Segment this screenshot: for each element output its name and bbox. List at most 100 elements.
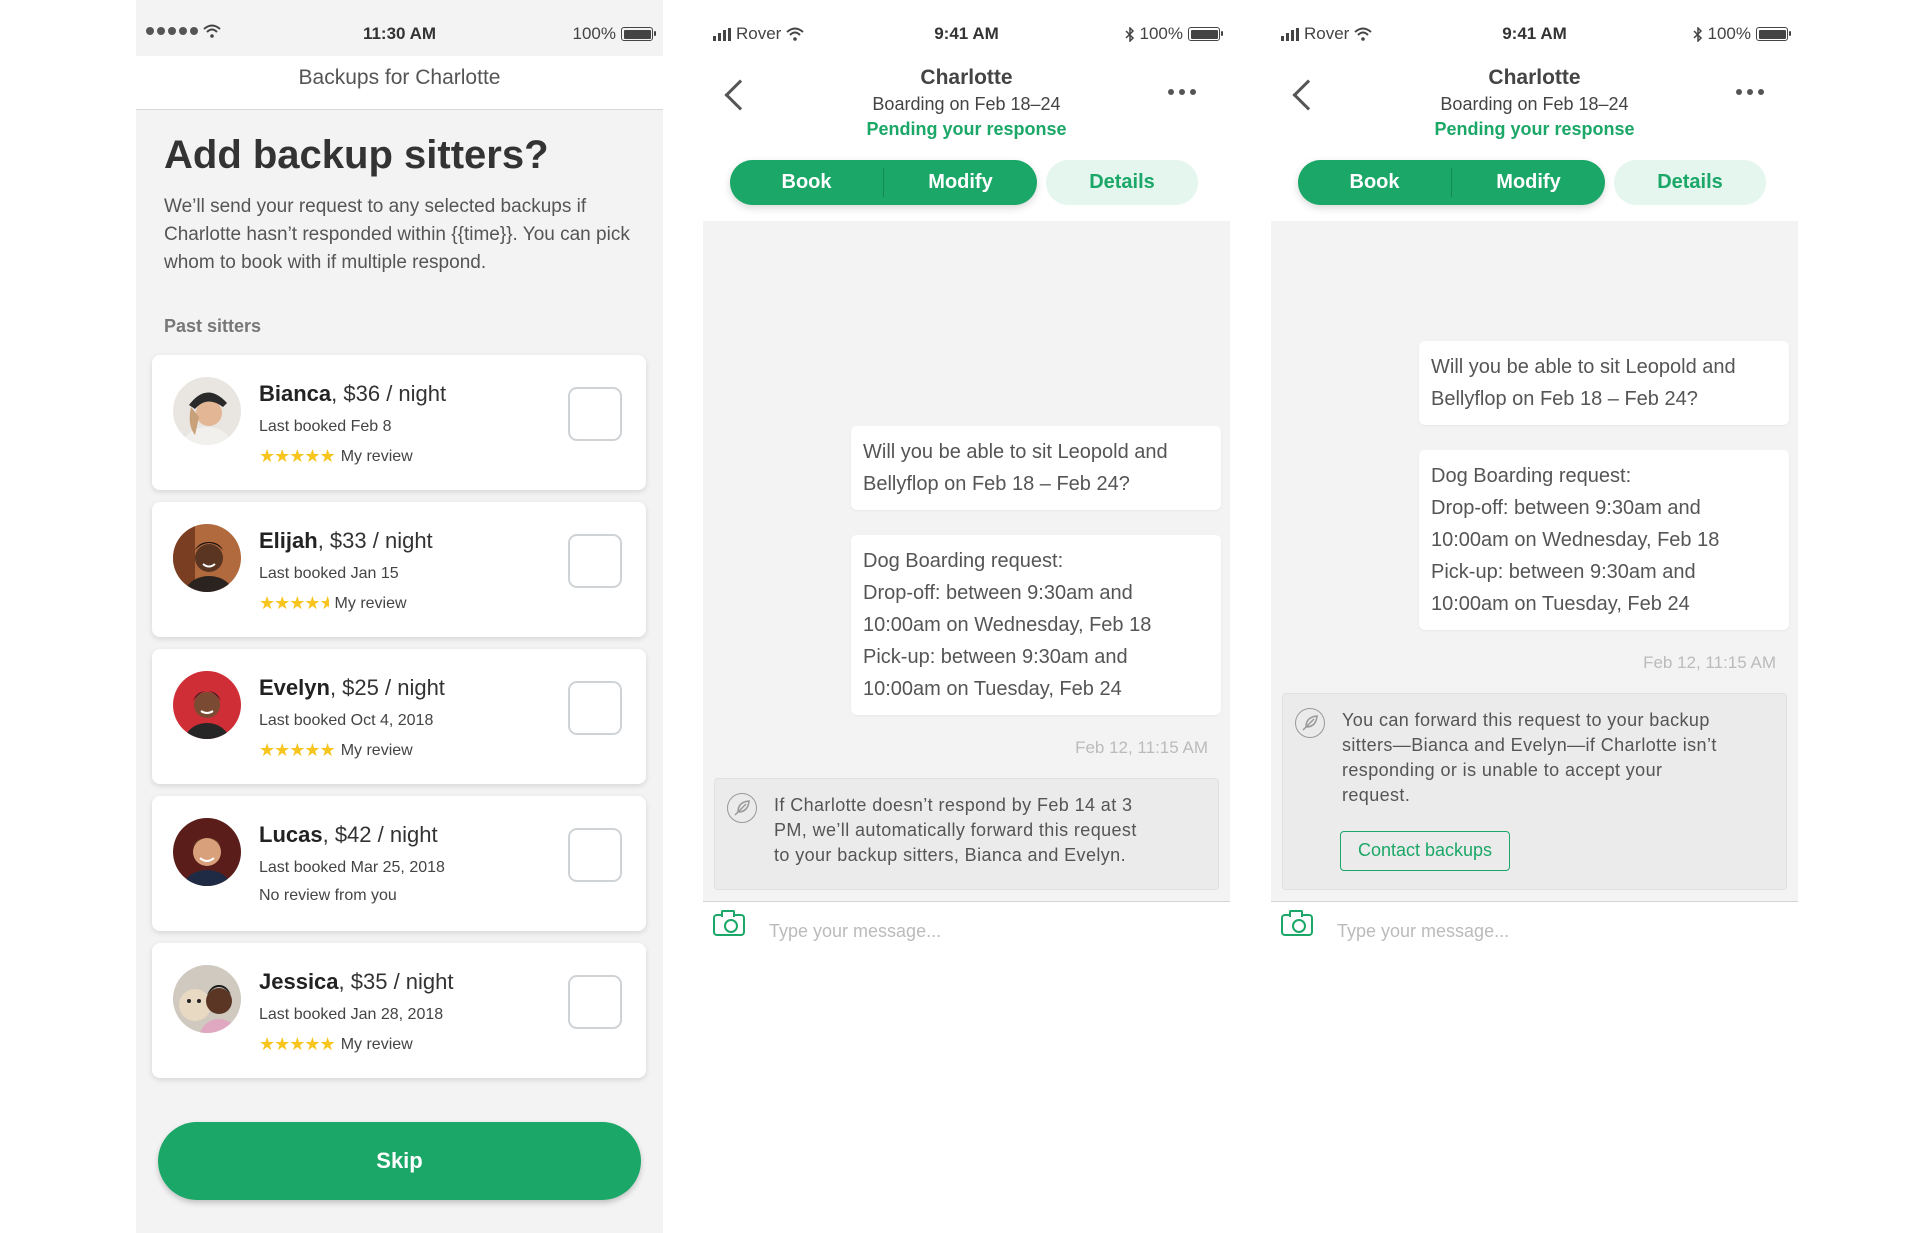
booking-subtitle: Boarding on Feb 18–24 <box>1440 94 1629 114</box>
sitter-rate: , $35 / night <box>338 969 454 994</box>
sitter-card-jessica[interactable]: Jessica, $35 / night Last booked Jan 28,… <box>152 943 646 1078</box>
contact-name: Charlotte <box>1488 66 1581 89</box>
pending-status: Pending your response <box>866 119 1067 139</box>
sitter-card-lucas[interactable]: Lucas, $42 / night Last booked Mar 25, 2… <box>152 796 646 931</box>
message-thread: Will you be able to sit Leopold and Bell… <box>1271 221 1798 901</box>
pending-status: Pending your response <box>1434 119 1635 139</box>
sitter-rate: , $33 / night <box>317 528 433 553</box>
battery-percent: 100% <box>1707 24 1751 43</box>
modify-button[interactable]: Modify <box>884 160 1037 205</box>
modify-button[interactable]: Modify <box>1452 160 1605 205</box>
sitter-card-bianca[interactable]: Bianca, $36 / night Last booked Feb 8 ★★… <box>152 355 646 490</box>
details-button[interactable]: Details <box>1046 160 1198 205</box>
message-line: Drop-off: between 9:30am and <box>863 582 1133 604</box>
message-input[interactable]: Type your message... <box>769 921 941 942</box>
sitter-name: Lucas <box>259 822 323 847</box>
message-line: 10:00am on Wednesday, Feb 18 <box>1431 529 1720 551</box>
battery-icon <box>621 27 656 41</box>
details-button[interactable]: Details <box>1614 160 1766 205</box>
sitter-name: Bianca <box>259 381 332 406</box>
message-composer: Type your message... <box>1271 901 1798 961</box>
message-thread: Will you be able to sit Leopold and Bell… <box>703 221 1230 901</box>
star-rating-icon: ★★★★★ <box>259 446 336 466</box>
sitter-list: Bianca, $36 / night Last booked Feb 8 ★★… <box>152 355 646 1090</box>
select-checkbox[interactable] <box>568 681 622 735</box>
battery-icon <box>1756 27 1791 41</box>
conversation-screen-auto-forward: Rover 9:41 AM 100% Charlotte Boarding on… <box>703 0 1230 1233</box>
select-checkbox[interactable] <box>568 387 622 441</box>
feather-icon <box>1295 708 1325 738</box>
contact-name: Charlotte <box>920 66 1013 89</box>
request-details-bubble: Dog Boarding request: Drop-off: between … <box>851 535 1221 715</box>
camera-icon[interactable] <box>713 910 745 936</box>
notice-line: sitters—Bianca and Evelyn—if Charlotte i… <box>1342 735 1717 755</box>
sitter-rate: , $42 / night <box>322 822 438 847</box>
action-segment: Book Modify <box>730 160 1037 205</box>
notice-line: If Charlotte doesn’t respond by Feb 14 a… <box>774 795 1133 815</box>
bluetooth-icon <box>1124 26 1134 42</box>
feather-icon <box>727 793 757 823</box>
sitter-card-evelyn[interactable]: Evelyn, $25 / night Last booked Oct 4, 2… <box>152 649 646 784</box>
last-booked: Last booked Jan 28, 2018 <box>259 1006 444 1023</box>
message-line: Dog Boarding request: <box>1431 465 1632 487</box>
sitter-name: Elijah <box>259 528 318 553</box>
page-title: Add backup sitters? <box>164 133 549 177</box>
sitter-rate: , $25 / night <box>329 675 445 700</box>
message-timestamp: Feb 12, 11:15 AM <box>1075 738 1208 757</box>
avatar-bianca <box>173 377 241 445</box>
message-line: Pick-up: between 9:30am and <box>1431 561 1696 583</box>
status-bar: Rover 9:41 AM 100% <box>703 0 1230 56</box>
message-input[interactable]: Type your message... <box>1337 921 1509 942</box>
star-rating-icon: ★★★★★ <box>259 1034 336 1054</box>
avatar-lucas <box>173 818 241 886</box>
sitter-name: Evelyn <box>259 675 330 700</box>
message-line: Bellyflop on Feb 18 – Feb 24? <box>863 473 1130 495</box>
skip-button[interactable]: Skip <box>158 1122 641 1200</box>
message-line: 10:00am on Wednesday, Feb 18 <box>863 614 1152 636</box>
battery-percent: 100% <box>572 24 616 43</box>
auto-forward-notice: If Charlotte doesn’t respond by Feb 14 a… <box>714 778 1219 890</box>
status-bar: Rover 9:41 AM 100% <box>1271 0 1798 56</box>
contact-backups-button[interactable]: Contact backups <box>1340 831 1510 871</box>
last-booked: Last booked Oct 4, 2018 <box>259 712 434 729</box>
message-line: Bellyflop on Feb 18 – Feb 24? <box>1431 388 1698 410</box>
message-line: Pick-up: between 9:30am and <box>863 646 1128 668</box>
section-label: Past sitters <box>164 316 262 336</box>
battery-percent: 100% <box>1139 24 1183 43</box>
camera-icon[interactable] <box>1281 910 1313 936</box>
sitter-card-elijah[interactable]: Elijah, $33 / night Last booked Jan 15 ★… <box>152 502 646 637</box>
notice-line: You can forward this request to your bac… <box>1342 710 1710 730</box>
page-description: We’ll send your request to any selected … <box>164 196 630 273</box>
last-booked: Last booked Feb 8 <box>259 418 392 435</box>
sitter-rate: , $36 / night <box>331 381 447 406</box>
sitter-name: Jessica <box>259 969 339 994</box>
review-status: No review from you <box>259 887 397 904</box>
book-button[interactable]: Book <box>1298 160 1451 205</box>
message-line: 10:00am on Tuesday, Feb 24 <box>863 678 1122 700</box>
review-link[interactable]: My review <box>341 448 413 466</box>
review-link[interactable]: My review <box>335 595 407 613</box>
avatar-evelyn <box>173 671 241 739</box>
star-rating-icon: ★★★★★ <box>259 740 336 760</box>
conversation-screen-contact-backups: Rover 9:41 AM 100% Charlotte Boarding on… <box>1271 0 1798 1233</box>
select-checkbox[interactable] <box>568 534 622 588</box>
book-button[interactable]: Book <box>730 160 883 205</box>
select-checkbox[interactable] <box>568 975 622 1029</box>
last-booked: Last booked Mar 25, 2018 <box>259 859 445 876</box>
last-booked: Last booked Jan 15 <box>259 565 399 582</box>
action-segment: Book Modify <box>1298 160 1605 205</box>
message-timestamp: Feb 12, 11:15 AM <box>1643 653 1776 672</box>
message-line: 10:00am on Tuesday, Feb 24 <box>1431 593 1690 615</box>
message-line: Drop-off: between 9:30am and <box>1431 497 1701 519</box>
star-rating-icon: ★★★★★ <box>259 593 329 613</box>
battery-icon <box>1188 27 1223 41</box>
avatar-jessica <box>173 965 241 1033</box>
backup-sitters-screen: 11:30 AM 100% Backups for Charlotte Add … <box>136 0 663 1233</box>
message-bubble: Will you be able to sit Leopold and Bell… <box>1419 341 1789 425</box>
select-checkbox[interactable] <box>568 828 622 882</box>
review-link[interactable]: My review <box>341 1036 413 1054</box>
notice-line: PM, we’ll automatically forward this req… <box>774 820 1137 840</box>
message-composer: Type your message... <box>703 901 1230 961</box>
nav-title: Backups for Charlotte <box>136 56 663 110</box>
review-link[interactable]: My review <box>341 742 413 760</box>
